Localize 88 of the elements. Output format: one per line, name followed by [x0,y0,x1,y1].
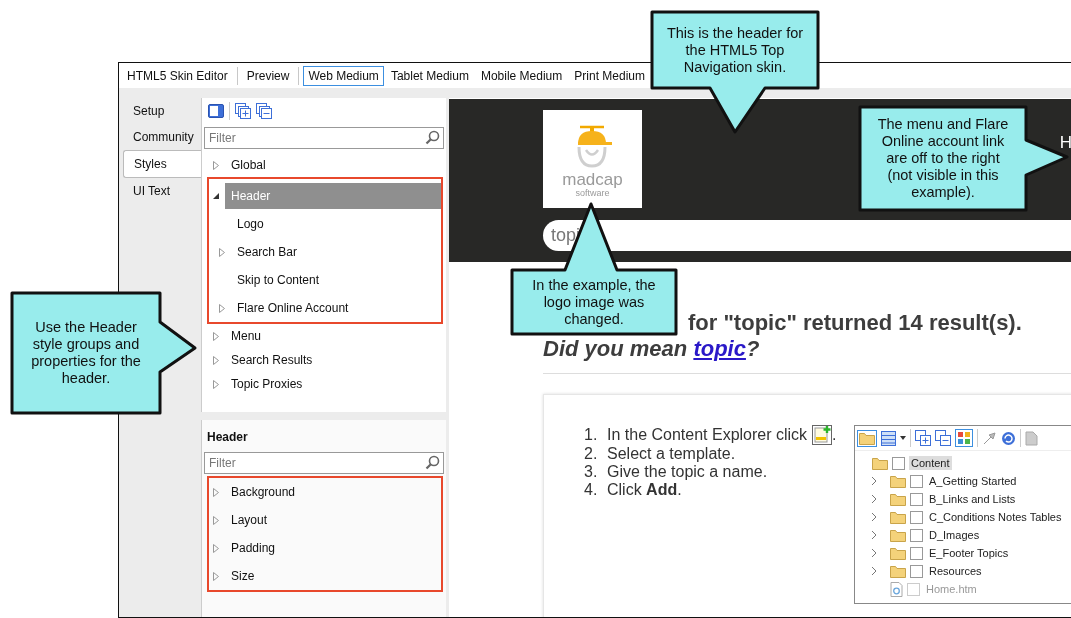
tree-item[interactable]: Search Bar [231,239,441,265]
folder-icon [890,510,906,524]
step-number: 1. [584,426,599,444]
step-text: Give the topic a name. [607,463,768,481]
toolbar-tab[interactable]: Mobile Medium [475,65,568,86]
step-text: Select a template. [607,445,736,463]
caret-icon[interactable] [900,436,906,440]
step-text: Click Add. [607,481,682,499]
tree-item[interactable]: D_Images [927,528,982,542]
side-tab[interactable]: Community [123,124,201,150]
checkbox[interactable] [910,474,923,488]
tree-item[interactable]: Logo [231,211,441,237]
toolbar-tab[interactable]: Print Medium [569,65,650,86]
step-number: 4. [584,481,599,499]
list-icon[interactable] [881,430,896,446]
tree-item[interactable]: Topic Proxies [225,371,446,397]
web-page-icon [890,581,903,597]
search-icon[interactable] [425,130,440,145]
tree-item[interactable]: Flare Online Account [231,295,441,321]
filter-field[interactable]: Filter [204,127,444,149]
tree-item[interactable]: Resources [927,564,984,578]
chevron-icon[interactable] [870,548,878,558]
chevron-icon[interactable] [870,494,878,504]
folder-icon [890,492,906,506]
tree-item[interactable]: C_Conditions Notes Tables [927,510,1064,524]
page-icon[interactable] [1025,430,1038,446]
property-group[interactable]: Size [225,563,441,589]
chevron-icon[interactable] [870,476,878,486]
checkbox[interactable] [892,456,905,470]
callout-text: The menu and Flare Online account link are off to the right (not visible in this example). [876,116,1010,201]
callout-text: In the example, the logo image was changed. [531,276,657,328]
search-icon[interactable] [425,455,440,470]
side-tab[interactable]: UI Text [123,178,201,204]
toolbar-tab[interactable]: HTML5 Skin Editor [122,65,233,86]
results-heading: for "topic" returned 14 result(s). [688,310,1022,336]
chevron-icon[interactable] [870,512,878,522]
checkbox[interactable] [910,546,923,560]
refresh-icon[interactable] [1001,430,1016,446]
folder-icon [890,546,906,560]
folder-icon [890,528,906,542]
arrow-icon[interactable] [982,430,997,446]
suggestion-link[interactable]: topic [693,336,746,361]
folder-icon [890,474,906,488]
checkbox[interactable] [910,528,923,542]
tree-item[interactable]: Global [225,152,446,178]
tree-item[interactable]: Menu [225,323,446,349]
folder-icon [872,456,888,470]
tree-item[interactable]: B_Links and Lists [927,492,1018,506]
toolbar-tab[interactable]: Preview [241,65,295,86]
chevron-icon[interactable] [870,530,878,540]
property-group[interactable]: Background [225,479,441,505]
color-grid-icon[interactable] [957,431,971,445]
caret-icon[interactable] [212,191,220,201]
side-tab[interactable]: Styles [123,150,201,178]
step-text: . [832,426,837,444]
property-group[interactable]: Padding [225,535,441,561]
toolbar-tab[interactable]: Tablet Medium [385,65,474,86]
side-tab[interactable]: Setup [123,98,201,124]
checkbox[interactable] [910,510,923,524]
collapse-all-icon[interactable] [256,102,272,119]
toolbar-tab[interactable]: Web Medium [303,65,384,86]
tree-item[interactable]: A_Getting Started [927,474,1019,488]
nav-link[interactable]: H [1059,133,1071,208]
logo-tagline: software [575,188,610,198]
tree-item[interactable]: Skip to Content [231,267,441,293]
new-topic-icon [812,425,833,445]
step-number: 2. [584,445,599,463]
collapse-all-icon[interactable] [935,430,951,446]
expand-all-icon[interactable] [235,102,251,119]
folder-icon [859,431,875,445]
tree-item[interactable]: Search Results [225,347,446,373]
logo-wordmark: madcap [562,172,623,188]
tree-item[interactable]: Content [909,456,952,470]
callout-text: Use the Header style groups and properties for the header. [30,319,142,387]
folder-icon [890,564,906,578]
panel-toggle-icon[interactable] [208,103,224,118]
checkbox[interactable] [910,564,923,578]
callout-text: This is the header for the HTML5 Top Navigation skin. [665,24,805,76]
section-title: Header [206,429,249,446]
step-number: 3. [584,463,599,481]
checkbox[interactable] [910,492,923,506]
suggestion-text: Did you mean topic? [543,336,761,362]
filter-field[interactable]: Filter [204,452,444,474]
property-group[interactable]: Layout [225,507,441,533]
tree-item[interactable]: E_Footer Topics [927,546,1011,560]
step-text: In the Content Explorer click [607,426,808,444]
expand-all-icon[interactable] [915,430,931,446]
chevron-icon[interactable] [870,566,878,576]
